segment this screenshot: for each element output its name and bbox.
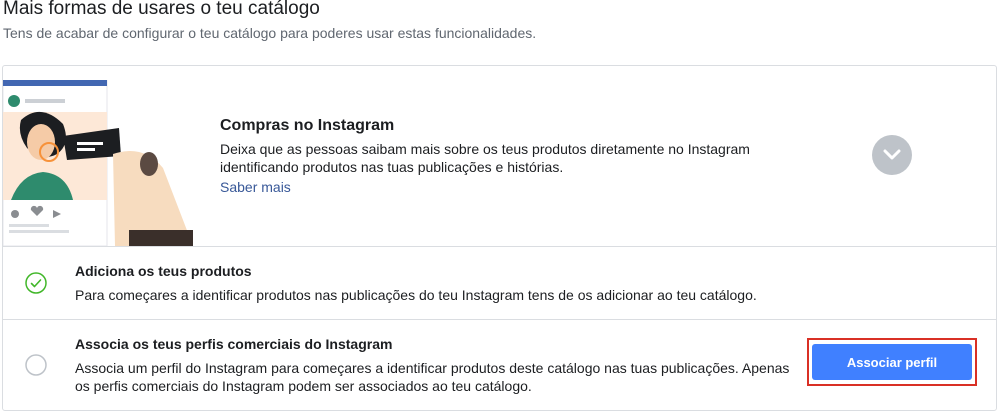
empty-circle-icon: [25, 354, 47, 376]
feature-card: Compras no Instagram Deixa que as pessoa…: [2, 65, 997, 411]
section-subtitle: Tens de acabar de configurar o teu catál…: [3, 25, 537, 41]
step-add-products: Adiciona os teus produtos Para começares…: [3, 247, 996, 320]
step-description: Para começares a identificar produtos na…: [75, 287, 757, 303]
step-link-profiles: Associa os teus perfis comerciais do Ins…: [3, 320, 996, 410]
feature-header[interactable]: Compras no Instagram Deixa que as pessoa…: [3, 66, 996, 247]
section-title: Mais formas de usares o teu catálogo: [3, 0, 320, 19]
expand-button[interactable]: [872, 135, 912, 175]
feature-title: Compras no Instagram: [220, 117, 395, 134]
highlight-frame: Associar perfil: [807, 338, 977, 386]
associate-profile-button[interactable]: Associar perfil: [812, 344, 972, 380]
learn-more-link[interactable]: Saber mais: [220, 179, 291, 195]
step-title: Associa os teus perfis comerciais do Ins…: [75, 336, 393, 352]
step-title: Adiciona os teus produtos: [75, 263, 252, 279]
instagram-shopping-illustration: [3, 80, 193, 246]
check-circle-icon: [25, 272, 47, 294]
step-description: Associa um perfil do Instagram para come…: [75, 360, 790, 394]
chevron-down-icon: [883, 149, 901, 160]
feature-description: Deixa que as pessoas saibam mais sobre o…: [220, 141, 750, 175]
